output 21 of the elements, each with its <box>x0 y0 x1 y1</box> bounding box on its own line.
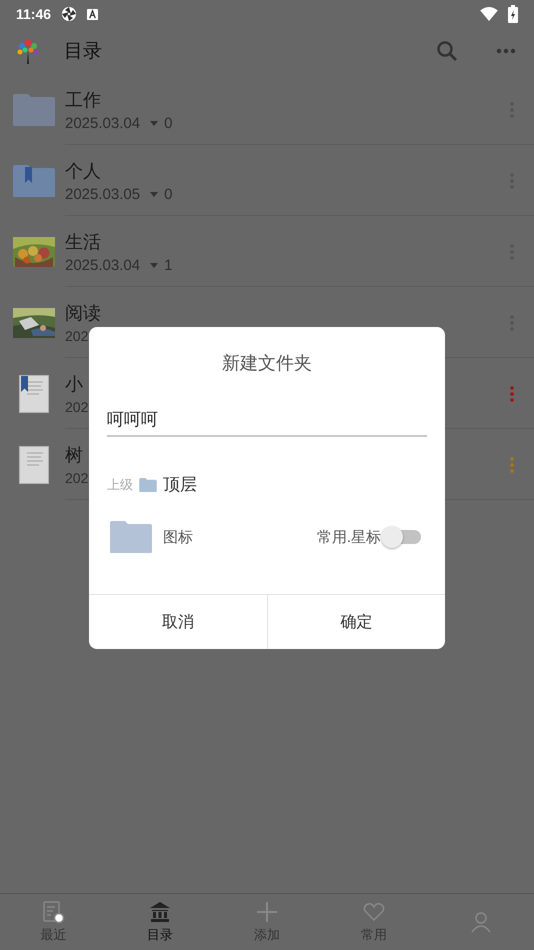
status-time: 11:46 <box>16 6 52 22</box>
item-name: 树 <box>65 444 84 467</box>
item-date: 202 <box>65 399 88 415</box>
item-date: 2025.03.04 <box>65 114 140 132</box>
dialog-title: 新建文件夹 <box>221 352 313 375</box>
item-name: 生活 <box>65 230 102 254</box>
page-title: 目录 <box>64 40 102 64</box>
item-name: 个人 <box>65 160 102 182</box>
item-date: 202 <box>65 328 88 344</box>
icon-label: 图标 <box>163 528 193 546</box>
item-name: 阅读 <box>65 302 102 325</box>
item-date: 2025.03.04 <box>65 256 140 274</box>
item-name: 工作 <box>65 88 102 112</box>
parent-label: 上级 <box>107 476 133 494</box>
item-count: 0 <box>164 186 172 202</box>
favorite-label: 常用.星标 <box>316 528 381 546</box>
item-name: 小 <box>65 373 84 396</box>
item-count: 0 <box>164 114 172 132</box>
item-date: 2025.03.05 <box>65 186 140 202</box>
item-date: 202 <box>65 470 88 486</box>
item-count: 1 <box>164 256 172 274</box>
